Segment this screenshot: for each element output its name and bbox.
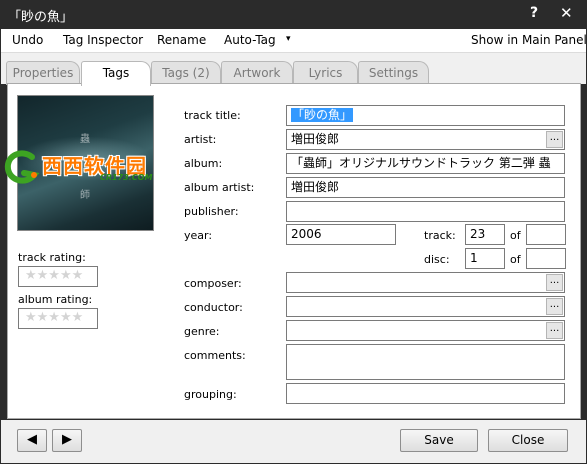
- genre-browse-button[interactable]: ...: [546, 322, 563, 339]
- album-rating-stars[interactable]: ★★★★★: [18, 308, 98, 329]
- tab-tags-2[interactable]: Tags (2): [151, 61, 221, 85]
- artwork-glyph-b: 師: [80, 190, 90, 201]
- title-bar: 「眇の魚」 ? ✕: [0, 0, 587, 29]
- tab-lyrics[interactable]: Lyrics: [293, 61, 358, 85]
- track-title-label: track title:: [184, 109, 241, 122]
- disc-number-label: disc:: [424, 253, 450, 266]
- artist-value: 増田俊郎: [291, 132, 340, 146]
- chevron-down-icon[interactable]: ▾: [286, 34, 291, 44]
- watermark-logo: 西西软件园 CR173.COM: [0, 147, 178, 187]
- track-number-label: track:: [424, 229, 456, 242]
- composer-browse-button[interactable]: ...: [546, 274, 563, 291]
- track-title-field[interactable]: 「眇の魚」: [286, 105, 565, 126]
- conductor-label: conductor:: [184, 301, 243, 314]
- tag-editor-window: 「眇の魚」 ? ✕ Undo Tag Inspector Rename Auto…: [0, 0, 587, 464]
- disc-number-field[interactable]: 1: [465, 248, 505, 269]
- track-title-value: 「眇の魚」: [291, 108, 354, 122]
- watermark-swirl-icon: [4, 150, 40, 184]
- publisher-label: publisher:: [184, 205, 239, 218]
- track-rating-stars[interactable]: ★★★★★: [18, 266, 98, 287]
- track-number-value: 23: [470, 227, 486, 241]
- artist-field[interactable]: 増田俊郎...: [286, 129, 565, 150]
- show-in-main-panel-menu[interactable]: Show in Main Panel: [471, 33, 587, 47]
- tag-inspector-menu[interactable]: Tag Inspector: [63, 33, 143, 47]
- next-track-button[interactable]: ▶: [52, 429, 82, 452]
- track-of-label: of: [510, 229, 521, 242]
- grouping-field[interactable]: [286, 383, 565, 404]
- genre-field[interactable]: ...: [286, 320, 565, 341]
- year-label: year:: [184, 229, 213, 242]
- track-total-field[interactable]: [526, 224, 566, 245]
- artist-browse-button[interactable]: ...: [546, 131, 563, 148]
- tab-settings[interactable]: Settings: [358, 61, 429, 85]
- comments-field[interactable]: [286, 344, 565, 380]
- album-artist-label: album artist:: [184, 181, 255, 194]
- disc-of-label: of: [510, 253, 521, 266]
- arrow-left-icon: ◀: [27, 432, 37, 447]
- rename-menu[interactable]: Rename: [157, 33, 206, 47]
- conductor-field[interactable]: ...: [286, 296, 565, 317]
- album-artist-value: 増田俊郎: [291, 180, 340, 194]
- artwork-glyph-a: 蟲: [80, 134, 90, 145]
- help-button[interactable]: ?: [530, 5, 538, 21]
- year-field[interactable]: 2006: [286, 224, 396, 245]
- tab-artwork[interactable]: Artwork: [221, 61, 293, 85]
- disc-number-value: 1: [470, 251, 478, 265]
- menu-bar: Undo Tag Inspector Rename Auto-Tag ▾ Sho…: [1, 29, 587, 52]
- bottom-bar: ◀ ▶ Save Close: [1, 420, 586, 463]
- year-value: 2006: [291, 227, 322, 241]
- auto-tag-menu[interactable]: Auto-Tag: [224, 33, 276, 47]
- album-rating-label: album rating:: [18, 293, 93, 306]
- track-number-field[interactable]: 23: [465, 224, 505, 245]
- disc-total-field[interactable]: [526, 248, 566, 269]
- album-label: album:: [184, 157, 223, 170]
- close-button[interactable]: Close: [488, 429, 568, 452]
- tab-strip: Properties Tags Tags (2) Artwork Lyrics …: [1, 52, 586, 86]
- comments-label: comments:: [184, 349, 246, 362]
- album-value: 「蟲師」オリジナルサウンドトラック 第二弾 蟲: [291, 156, 551, 170]
- album-artist-field[interactable]: 増田俊郎: [286, 177, 565, 198]
- close-window-button[interactable]: ✕: [560, 4, 573, 22]
- save-button[interactable]: Save: [400, 429, 478, 452]
- window-title: 「眇の魚」: [8, 10, 74, 25]
- tab-tags[interactable]: Tags: [81, 61, 151, 86]
- conductor-browse-button[interactable]: ...: [546, 298, 563, 315]
- composer-label: composer:: [184, 277, 242, 290]
- arrow-right-icon: ▶: [62, 432, 72, 447]
- composer-field[interactable]: ...: [286, 272, 565, 293]
- track-rating-label: track rating:: [18, 251, 86, 264]
- previous-track-button[interactable]: ◀: [17, 429, 47, 452]
- genre-label: genre:: [184, 325, 220, 338]
- artist-label: artist:: [184, 133, 217, 146]
- publisher-field[interactable]: [286, 201, 565, 222]
- tab-properties[interactable]: Properties: [6, 61, 80, 85]
- undo-menu[interactable]: Undo: [12, 33, 43, 47]
- watermark-subtext: CR173.COM: [100, 173, 153, 182]
- album-field[interactable]: 「蟲師」オリジナルサウンドトラック 第二弾 蟲: [286, 153, 565, 174]
- grouping-label: grouping:: [184, 388, 237, 401]
